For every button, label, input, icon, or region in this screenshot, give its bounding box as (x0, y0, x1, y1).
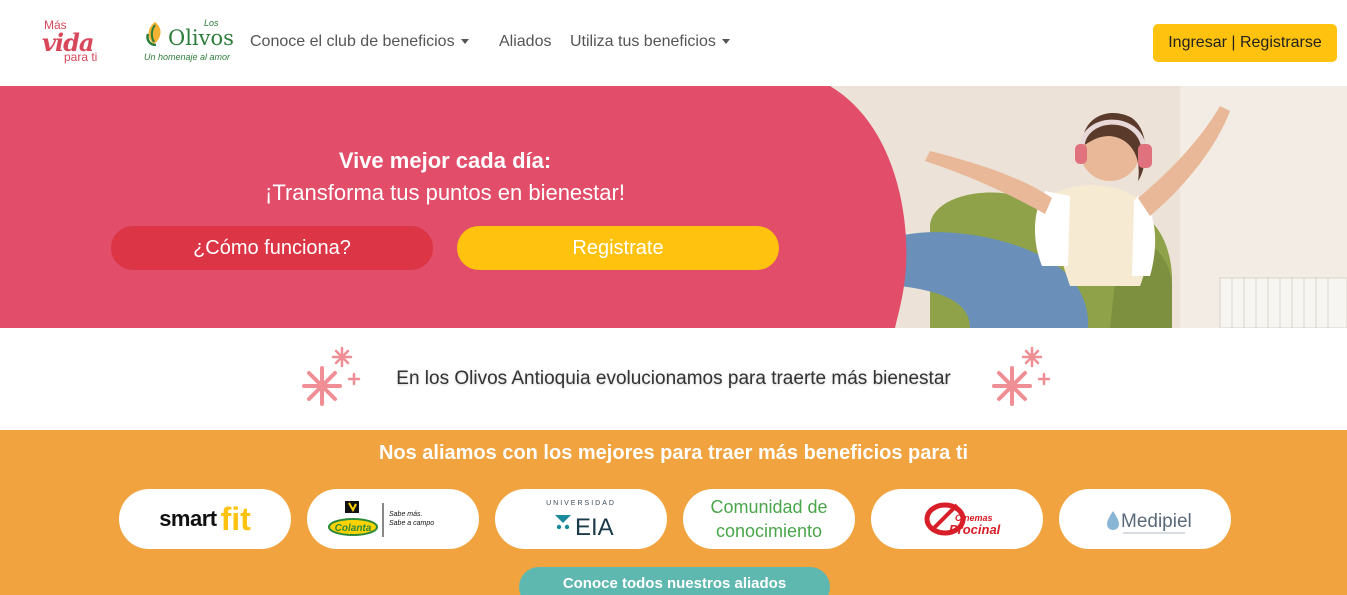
all-allies-button[interactable]: Conoce todos nuestros aliados (519, 567, 830, 595)
navbar: Más vida para ti Los Olivos Un homenaje … (0, 0, 1347, 86)
eia-top: UNIVERSIDAD (546, 500, 616, 507)
ally-colanta-logo[interactable]: Colanta Sabe más. Sabe a campo (307, 489, 479, 549)
nav-utiliza-beneficios-dropdown[interactable]: Utiliza tus beneficios (570, 33, 730, 51)
medipiel-logo-mark: Medipiel (1107, 511, 1192, 534)
mas-vida-para-ti-logo[interactable]: Más vida para ti (40, 16, 104, 68)
logo-olivos-tagline: Un homenaje al amor (144, 52, 231, 62)
eia-name: EIA (575, 514, 614, 541)
ally-smartfit-logo[interactable]: smart fit (119, 489, 291, 549)
eia-logo-mark: UNIVERSIDAD EIA (546, 500, 616, 541)
hero-title: Vive mejor cada día: (338, 148, 552, 173)
hero-pink-curve (0, 86, 907, 328)
hero-subtitle: ¡Transforma tus puntos en bienestar! (265, 180, 625, 205)
colanta-name: Colanta (335, 523, 372, 534)
nav-link-label: Aliados (499, 33, 552, 50)
colanta-logo-mark: Colanta Sabe más. Sabe a campo (328, 501, 434, 537)
sparkle-icon (992, 346, 1051, 406)
procinal-logo-mark: Cinemas Procinal (924, 502, 1001, 537)
nav-aliados-link[interactable]: Aliados (499, 33, 551, 51)
evolution-banner: En los Olivos Antioquia evolucionamos pa… (0, 328, 1347, 430)
ally-comunidad-logo[interactable]: Comunidad de conocimiento (683, 489, 855, 549)
nav-club-beneficios-dropdown[interactable]: Conoce el club de beneficios (250, 33, 469, 51)
procinal-b: Procinal (949, 522, 1001, 537)
medipiel-name: Medipiel (1121, 511, 1192, 532)
smartfit-text-b: fit (220, 500, 251, 537)
los-olivos-logo[interactable]: Los Olivos Un homenaje al amor (142, 16, 234, 66)
ally-medipiel-logo[interactable]: Medipiel (1059, 489, 1231, 549)
colanta-slogan1: Sabe más. (389, 511, 423, 518)
ally-eia-logo[interactable]: UNIVERSIDAD EIA (495, 489, 667, 549)
evolution-text: En los Olivos Antioquia evolucionamos pa… (396, 368, 951, 389)
logo-mvp-line3: para ti (64, 50, 98, 64)
comunidad-text: Comunidad de conocimiento (710, 495, 827, 543)
smartfit-text-a: smart (159, 506, 217, 531)
caret-down-icon (460, 39, 469, 45)
nav-link-label: Conoce el club de beneficios (250, 33, 455, 50)
ally-procinal-logo[interactable]: Cinemas Procinal (871, 489, 1043, 549)
hero-banner: Vive mejor cada día: ¡Transforma tus pun… (0, 86, 1347, 328)
login-register-button[interactable]: Ingresar | Registrarse (1153, 24, 1337, 62)
logo-olivos-name: Olivos (168, 26, 234, 50)
how-it-works-button[interactable]: ¿Cómo funciona? (111, 226, 433, 270)
allies-section: Nos aliamos con los mejores para traer m… (0, 430, 1347, 595)
comunidad-line1: Comunidad de (710, 497, 828, 517)
comunidad-line2: conocimiento (715, 521, 823, 541)
allies-title: Nos aliamos con los mejores para traer m… (378, 442, 969, 464)
nav-link-label: Utiliza tus beneficios (570, 33, 716, 50)
caret-down-icon (721, 39, 730, 45)
olive-leaf-icon (146, 22, 161, 46)
register-button[interactable]: Registrate (457, 226, 779, 270)
colanta-slogan2: Sabe a campo (389, 520, 434, 527)
